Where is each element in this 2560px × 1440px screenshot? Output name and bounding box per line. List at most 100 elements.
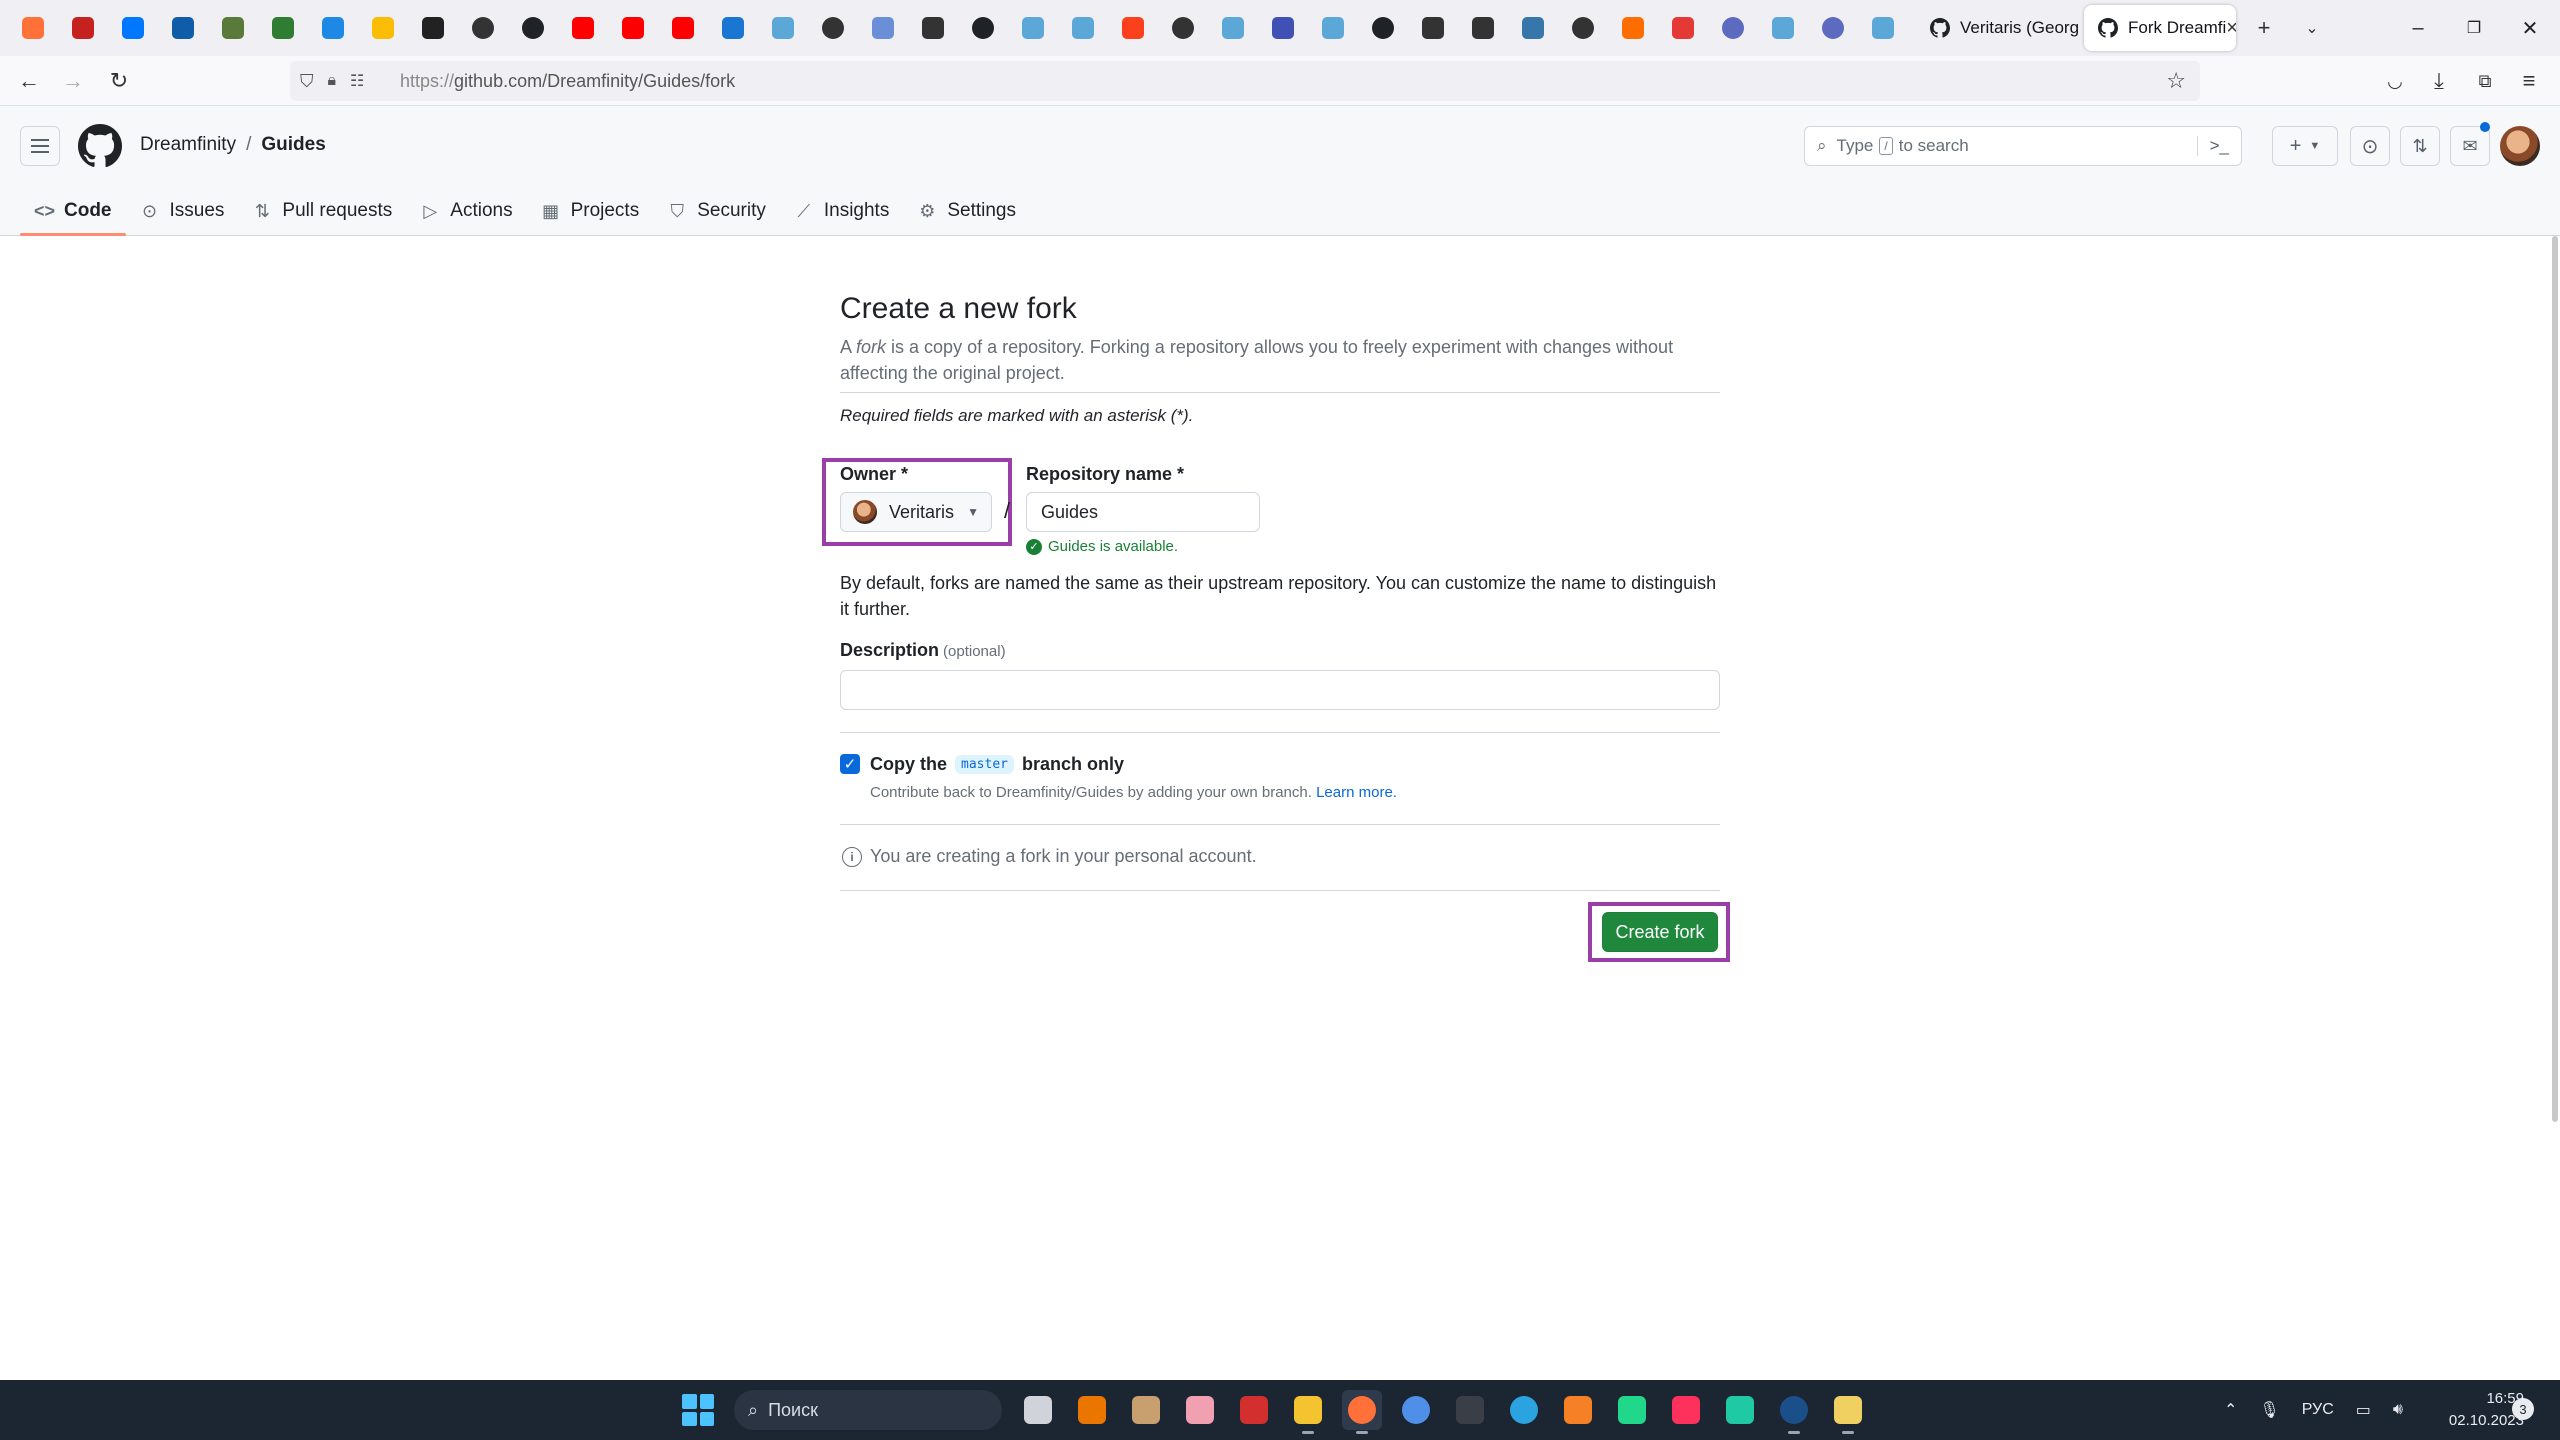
list-tabs-button[interactable]: ⌄ [2292,8,2332,48]
issues-button[interactable]: ⊙ [2350,126,2390,166]
bookmark-star-icon[interactable]: ☆ [2166,68,2186,94]
microphone-icon[interactable]: 🎙︎ [2259,1400,2279,1420]
pinned-tab[interactable] [1108,6,1158,50]
tab-issues[interactable]: ⊙ Issues [126,186,239,236]
tab-pull-requests[interactable]: ⇅ Pull requests [238,186,406,236]
taskbar-app[interactable] [1504,1390,1544,1430]
pinned-tab[interactable] [1058,6,1108,50]
create-new-button[interactable]: + ▼ [2272,126,2338,166]
pinned-tab[interactable] [558,6,608,50]
pinned-tab[interactable] [1008,6,1058,50]
menu-button[interactable]: ≡ [2510,62,2548,100]
pinned-tab[interactable] [1158,6,1208,50]
taskbar-search[interactable]: ⌕ Поиск [734,1390,1002,1430]
repository-name-input[interactable] [1026,492,1260,532]
reload-button[interactable]: ↻ [100,62,138,100]
taskbar-app[interactable] [1234,1390,1274,1430]
extensions-button[interactable]: ⧉ [2466,62,2504,100]
pinned-tab[interactable] [1608,6,1658,50]
pinned-tab[interactable] [708,6,758,50]
pinned-tab[interactable] [8,6,58,50]
taskbar-app[interactable] [1774,1390,1814,1434]
github-logo-icon[interactable] [78,124,122,168]
pinned-tab[interactable] [1658,6,1708,50]
taskbar-app[interactable] [1396,1390,1436,1430]
pinned-tab[interactable] [908,6,958,50]
taskbar-app[interactable] [1612,1390,1652,1430]
pinned-tab[interactable] [108,6,158,50]
taskbar-app[interactable] [1180,1390,1220,1430]
close-window-button[interactable]: ✕ [2496,0,2560,56]
pinned-tab[interactable] [1358,6,1408,50]
tab-fork[interactable]: Fork Dreamfi × [2084,5,2236,51]
close-tab-icon[interactable]: × [2226,17,2236,40]
pinned-tab[interactable] [1208,6,1258,50]
description-input[interactable] [840,670,1720,710]
taskbar-app[interactable] [1072,1390,1112,1430]
taskbar-app[interactable] [1450,1390,1490,1430]
taskbar-app[interactable] [1828,1390,1868,1434]
copy-branch-checkbox[interactable]: ✓ [840,754,860,774]
tab-settings[interactable]: ⚙ Settings [903,186,1030,236]
taskbar-app[interactable] [1126,1390,1166,1430]
taskbar-app[interactable] [1720,1390,1760,1430]
pinned-tab[interactable] [1858,6,1908,50]
owner-dropdown[interactable]: Veritaris ▼ [840,492,992,532]
inbox-button[interactable]: ✉ [2450,126,2490,166]
pinned-tab[interactable] [1758,6,1808,50]
downloads-button[interactable]: ⤓ [2420,62,2458,100]
tab-insights[interactable]: ⟋ Insights [780,186,903,236]
pinned-tab[interactable] [158,6,208,50]
pinned-tab[interactable] [658,6,708,50]
tab-code[interactable]: <> Code [20,186,126,236]
pinned-tab[interactable] [308,6,358,50]
new-tab-button[interactable]: + [2244,8,2284,48]
pull-requests-button[interactable]: ⇅ [2400,126,2440,166]
owner-link[interactable]: Dreamfinity [140,134,236,156]
avatar[interactable] [2500,126,2540,166]
pinned-tab[interactable] [208,6,258,50]
pinned-tab[interactable] [858,6,908,50]
taskbar-app[interactable] [1288,1390,1328,1434]
pinned-tab[interactable] [808,6,858,50]
tab-actions[interactable]: ▷ Actions [406,186,526,236]
pinned-tab[interactable] [1808,6,1858,50]
pinned-tab[interactable] [1458,6,1508,50]
create-fork-button[interactable]: Create fork [1602,912,1718,952]
learn-more-link[interactable]: Learn more. [1316,784,1397,801]
pinned-tab[interactable] [1508,6,1558,50]
pinned-tab[interactable] [58,6,108,50]
search-input[interactable]: ⌕ Type / to search >_ [1804,126,2242,166]
pinned-tab[interactable] [958,6,1008,50]
url-bar[interactable]: ⛉ 🔒︎ ☷ https:// github.com/Dreamfinity/G… [290,61,2200,101]
pinned-tab[interactable] [1558,6,1608,50]
pinned-tab[interactable] [1308,6,1358,50]
clock[interactable]: 16:59 02.10.2023 [2424,1388,2524,1432]
pinned-tab[interactable] [758,6,808,50]
tab-veritaris[interactable]: Veritaris (Georg [1916,5,2080,51]
pinned-tab[interactable] [508,6,558,50]
pinned-tab[interactable] [408,6,458,50]
global-nav-button[interactable] [20,126,60,166]
display-icon[interactable]: ▭ [2356,1400,2371,1420]
taskbar-app[interactable] [1666,1390,1706,1430]
pinned-tab[interactable] [608,6,658,50]
chevron-up-icon[interactable]: ⌃ [2224,1400,2237,1420]
pinned-tab[interactable] [1258,6,1308,50]
pinned-tab[interactable] [1408,6,1458,50]
tab-security[interactable]: ⛉ Security [653,186,780,236]
page-scrollbar[interactable] [2552,236,2558,1122]
taskbar-app[interactable] [1558,1390,1598,1430]
pinned-tab[interactable] [1708,6,1758,50]
command-palette-icon[interactable]: >_ [2196,136,2229,156]
tab-projects[interactable]: ▦ Projects [527,186,654,236]
volume-icon[interactable]: 🔊︎ [2393,1401,2403,1419]
taskbar-app[interactable] [1342,1390,1382,1434]
pinned-tab[interactable] [358,6,408,50]
repo-link[interactable]: Guides [261,134,325,156]
back-button[interactable]: ← [10,62,48,100]
start-button[interactable] [682,1394,714,1426]
pocket-button[interactable]: ◡ [2376,62,2414,100]
forward-button[interactable]: → [54,62,92,100]
language-indicator[interactable]: РУС [2302,1401,2334,1419]
